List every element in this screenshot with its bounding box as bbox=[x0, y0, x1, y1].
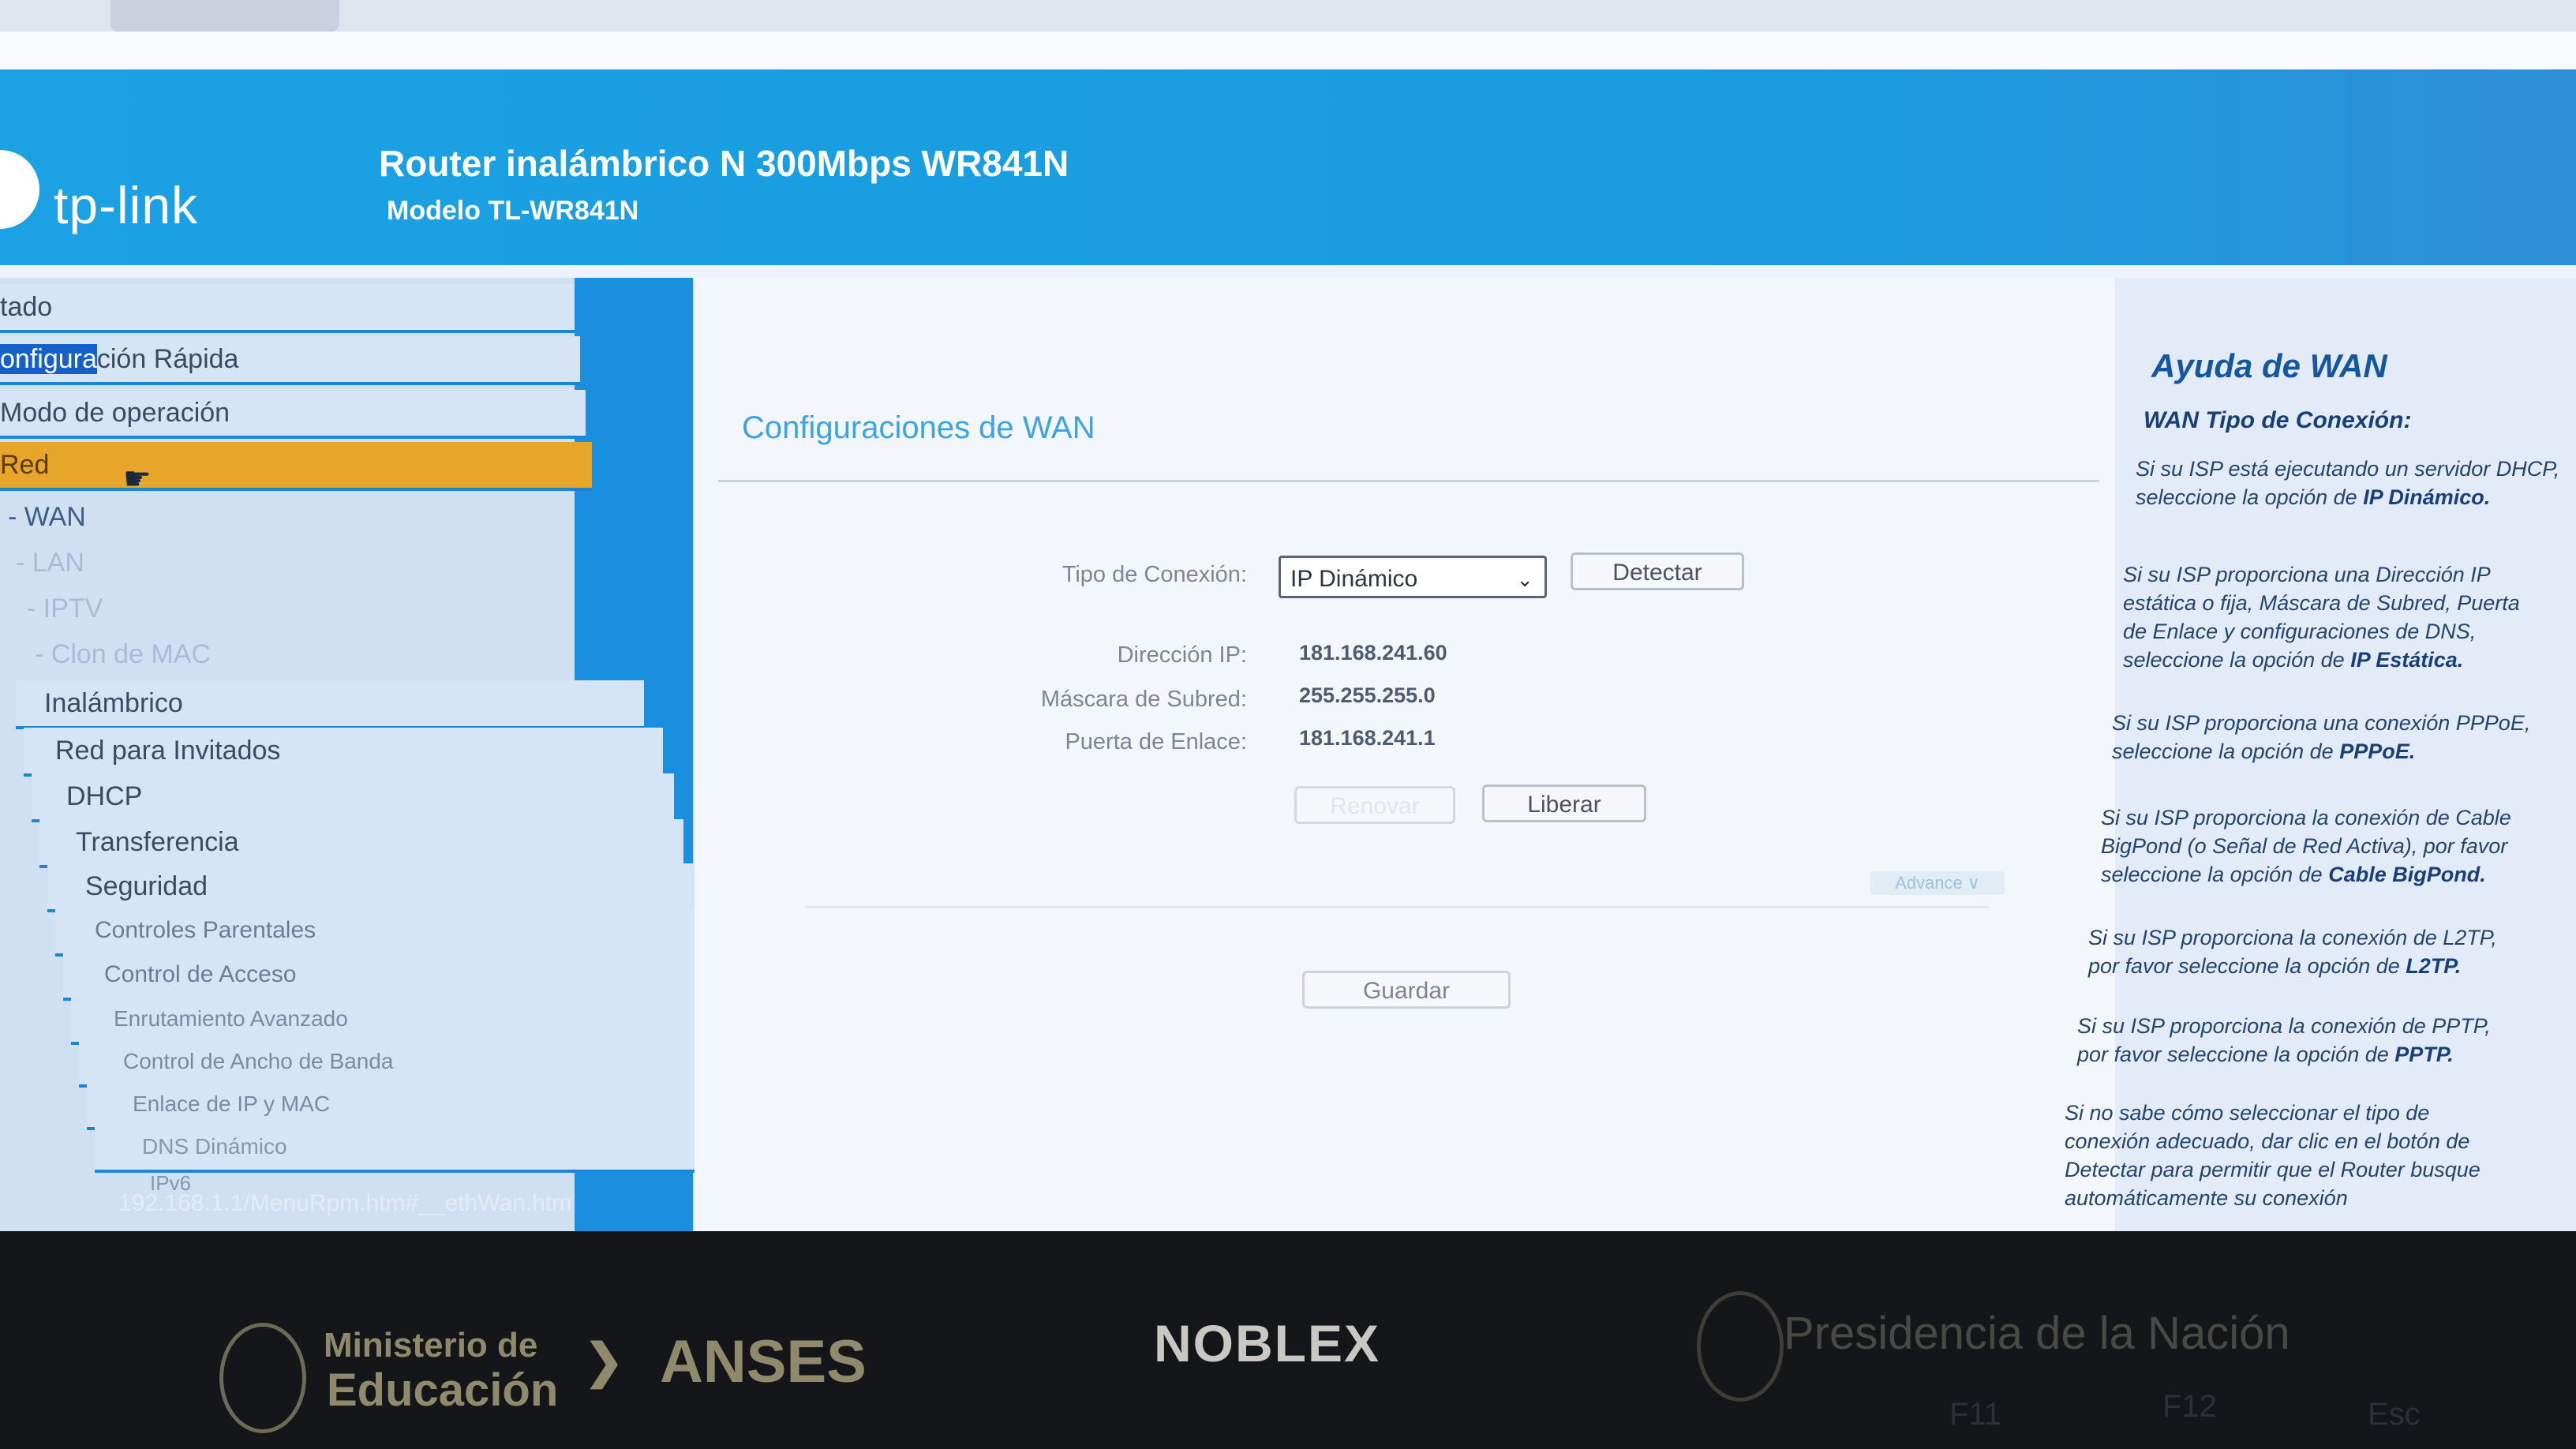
gateway-value: 181.168.241.1 bbox=[1299, 726, 1436, 750]
sidebar-item-label: - LAN bbox=[16, 548, 84, 578]
sidebar-item-label: Red para Invitados bbox=[55, 736, 281, 766]
sidebar-item-label: DHCP bbox=[66, 781, 143, 811]
key-label: Esc bbox=[2368, 1397, 2421, 1432]
help-option: PPPoE. bbox=[2339, 739, 2416, 763]
help-option: PPTP. bbox=[2394, 1043, 2454, 1066]
ip-address-value: 181.168.241.60 bbox=[1299, 641, 1447, 665]
help-option: L2TP. bbox=[2406, 954, 2462, 978]
help-paragraph: Si su ISP está ejecutando un servidor DH… bbox=[2136, 455, 2562, 511]
ministry-label: Ministerio de bbox=[324, 1326, 538, 1365]
text-selection-highlight: onfigura bbox=[0, 344, 97, 374]
section-title: Configuraciones de WAN bbox=[742, 410, 1095, 445]
noblex-logo: NOBLEX bbox=[1154, 1314, 1381, 1372]
subnet-mask-label: Máscara de Subred: bbox=[1040, 687, 1247, 712]
sidebar-item-dhcp[interactable]: DHCP bbox=[32, 773, 674, 822]
sidebar-item-label: Enrutamiento Avanzado bbox=[114, 1006, 348, 1031]
sidebar-item-clon-mac[interactable]: - Clon de MAC bbox=[35, 631, 350, 677]
sidebar-item-modo-operacion[interactable]: Modo de operación bbox=[0, 390, 586, 439]
sidebar-item-control-acceso[interactable]: Control de Acceso bbox=[63, 952, 712, 1001]
help-title: Ayuda de WAN bbox=[2151, 347, 2387, 384]
help-paragraph: Si su ISP proporciona una conexión PPPoE… bbox=[2112, 709, 2538, 766]
sidebar-item-inalambrico[interactable]: Inalámbrico bbox=[16, 680, 644, 729]
sidebar-item-label: Red bbox=[0, 450, 50, 480]
help-option: IP Estática. bbox=[2350, 648, 2464, 672]
sidebar-item-wan[interactable]: - WAN bbox=[8, 494, 245, 540]
sidebar-item-red-invitados[interactable]: Red para Invitados bbox=[24, 728, 663, 777]
chevron-down-icon: ⌄ bbox=[1516, 567, 1533, 591]
sidebar-item-label: Modo de operación bbox=[0, 398, 230, 428]
ip-address-label: Dirección IP: bbox=[1117, 642, 1247, 668]
mouse-cursor-icon: ☛ bbox=[123, 462, 152, 496]
sidebar-item-label: Seguridad bbox=[85, 871, 208, 901]
advance-button[interactable]: Advance ∨ bbox=[1870, 871, 2005, 895]
help-paragraph: Si su ISP proporciona la conexión de Cab… bbox=[2101, 803, 2527, 889]
connection-type-select[interactable]: IP Dinámico ⌄ bbox=[1279, 556, 1547, 598]
help-paragraph: Si su ISP proporciona la conexión de PPT… bbox=[2077, 1012, 2503, 1069]
help-text: Si su ISP proporciona una conexión PPPoE… bbox=[2112, 711, 2531, 763]
sidebar-item-controles-parentales[interactable]: Controles Parentales bbox=[55, 908, 702, 957]
model-label: Modelo TL-WR841N bbox=[387, 196, 639, 226]
sidebar-item-red[interactable]: Red bbox=[0, 442, 592, 491]
tp-link-logo: tp-link bbox=[54, 176, 199, 234]
argentina-seal-icon bbox=[219, 1323, 306, 1433]
divider bbox=[718, 480, 2099, 482]
connection-type-label: Tipo de Conexión: bbox=[1061, 562, 1247, 587]
ministry-label: Educación bbox=[327, 1365, 559, 1416]
help-text: Si no sabe cómo seleccionar el tipo de c… bbox=[2065, 1101, 2481, 1210]
browser-tab-strip bbox=[0, 0, 2576, 32]
sidebar-item-configuracion-rapida[interactable]: onfiguración Rápida bbox=[0, 336, 580, 385]
help-paragraph: Si su ISP proporciona la conexión de L2T… bbox=[2088, 923, 2514, 980]
renew-button[interactable]: Renovar bbox=[1294, 786, 1455, 824]
sidebar-item-enlace-ip-mac[interactable]: Enlace de IP y MAC bbox=[87, 1081, 740, 1130]
anses-logo-icon: ❯ bbox=[584, 1335, 624, 1387]
sidebar-item-estado[interactable]: tado bbox=[0, 284, 575, 333]
sidebar-item-label: - WAN bbox=[8, 502, 86, 532]
subnet-mask-value: 255.255.255.0 bbox=[1299, 683, 1436, 707]
browser-screen: tp-link Router inalámbrico N 300Mbps WR8… bbox=[0, 0, 2576, 1231]
page-title: Router inalámbrico N 300Mbps WR841N bbox=[379, 143, 1069, 184]
key-label: F11 bbox=[1949, 1397, 2001, 1432]
sidebar-item-iptv[interactable]: - IPTV bbox=[27, 586, 264, 631]
help-option: IP Dinámico. bbox=[2363, 485, 2491, 509]
sidebar-item-label: DNS Dinámico bbox=[142, 1134, 287, 1159]
sidebar-item-label: Enlace de IP y MAC bbox=[133, 1091, 331, 1116]
anses-logo: ANSES bbox=[660, 1328, 867, 1395]
help-text: Si su ISP está ejecutando un servidor DH… bbox=[2136, 457, 2560, 509]
sidebar-item-label: - Clon de MAC bbox=[35, 639, 211, 669]
sidebar-item-label: Control de Ancho de Banda bbox=[123, 1049, 394, 1073]
browser-address-bar[interactable] bbox=[0, 32, 2576, 71]
argentina-seal-icon bbox=[1697, 1291, 1784, 1402]
sidebar-item-label: tado bbox=[0, 292, 53, 322]
detect-button[interactable]: Detectar bbox=[1571, 552, 1744, 590]
sidebar-item-transferencia[interactable]: Transferencia bbox=[39, 819, 683, 868]
key-label: F12 bbox=[2162, 1389, 2217, 1424]
sidebar-item-enrutamiento-avanzado[interactable]: Enrutamiento Avanzado bbox=[71, 996, 721, 1045]
help-paragraph: Si su ISP proporciona una Dirección IP e… bbox=[2123, 560, 2549, 674]
sidebar-item-label: - IPTV bbox=[27, 593, 103, 623]
status-bar-url: 192.168.1.1/MenuRpm.htm#__ethWan.htm bbox=[118, 1190, 572, 1216]
gateway-label: Puerta de Enlace: bbox=[1065, 729, 1247, 754]
help-paragraph: Si no sabe cómo seleccionar el tipo de c… bbox=[2065, 1099, 2491, 1217]
sidebar-item-ancho-banda[interactable]: Control de Ancho de Banda bbox=[79, 1039, 731, 1088]
sidebar-item-label: Transferencia bbox=[76, 827, 239, 857]
release-button[interactable]: Liberar bbox=[1482, 784, 1646, 822]
sidebar-item-lan[interactable]: - LAN bbox=[16, 540, 253, 586]
sidebar-item-label: ción Rápida bbox=[96, 344, 239, 374]
sidebar-item-label: Control de Acceso bbox=[104, 961, 297, 987]
browser-tab[interactable] bbox=[110, 0, 339, 32]
save-button[interactable]: Guardar bbox=[1302, 971, 1511, 1009]
presidencia-label: Presidencia de la Nación bbox=[1784, 1308, 2290, 1359]
divider bbox=[805, 906, 1989, 908]
help-option: Cable BigPond. bbox=[2328, 863, 2486, 886]
sidebar-item-label: Controles Parentales bbox=[95, 917, 316, 943]
help-subtitle: WAN Tipo de Conexión: bbox=[2144, 407, 2412, 433]
sidebar-item-label: Inalámbrico bbox=[44, 688, 183, 718]
connection-type-value: IP Dinámico bbox=[1290, 566, 1418, 592]
sidebar-item-seguridad[interactable]: Seguridad bbox=[47, 863, 693, 912]
